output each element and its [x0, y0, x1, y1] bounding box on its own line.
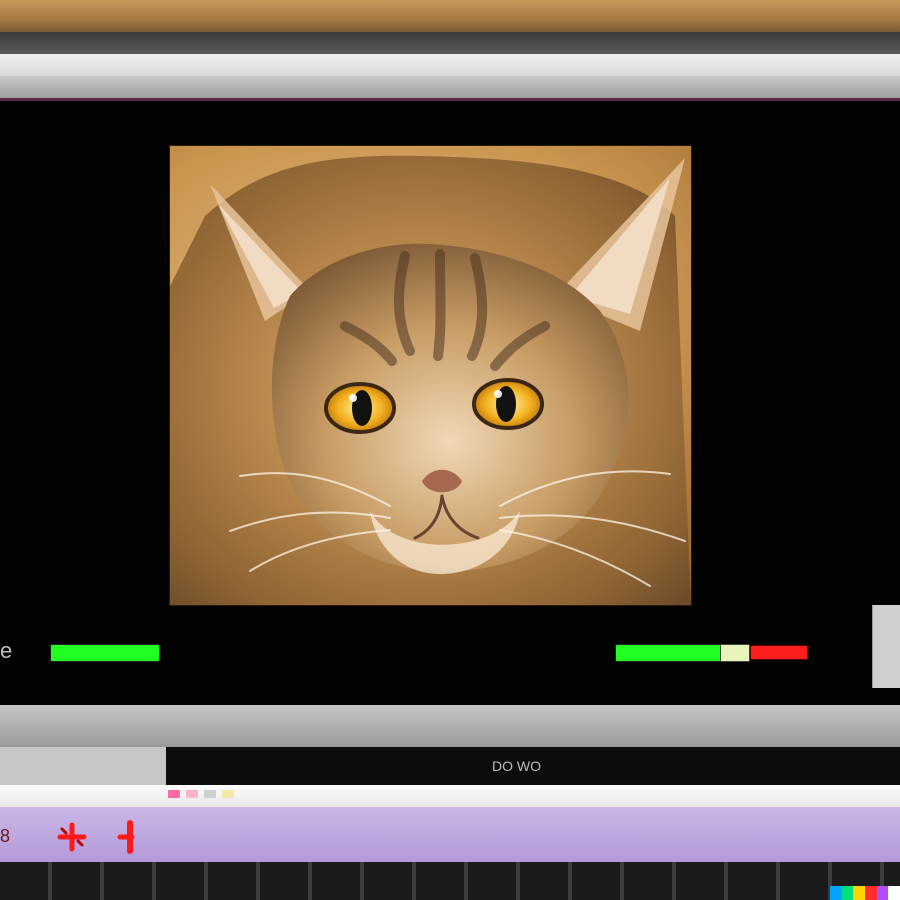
bottom-hardware — [0, 862, 900, 900]
color-bar-cyan — [830, 886, 842, 900]
side-panel — [872, 605, 900, 688]
window-toolbar — [0, 76, 900, 98]
monitor-bezel-lower — [0, 705, 900, 747]
plus-icon — [57, 822, 87, 852]
progress-fill-left — [51, 645, 159, 661]
status-text: DO WO — [492, 758, 541, 774]
color-bar-green — [841, 886, 854, 900]
room-backdrop — [0, 0, 900, 32]
chip-gray — [204, 790, 216, 798]
toolbar-left-glyph: 8 — [0, 826, 11, 846]
color-bar-purple — [876, 886, 889, 900]
chip-yellow — [222, 790, 234, 798]
progress-bar-left — [50, 644, 160, 662]
color-bar-white — [888, 886, 900, 900]
add-button[interactable] — [52, 817, 92, 857]
color-bars — [830, 886, 900, 900]
color-bar-yellow — [853, 886, 866, 900]
progress-cap — [720, 644, 750, 662]
footer-chips — [168, 790, 248, 800]
chip-pink — [168, 790, 180, 798]
window-footer — [0, 785, 900, 807]
alert-bar — [750, 645, 808, 660]
marker-icon — [117, 820, 135, 854]
cat-photo — [169, 145, 692, 606]
marker-button[interactable] — [110, 817, 150, 857]
chip-pink-light — [186, 790, 198, 798]
color-bar-red — [865, 886, 877, 900]
lower-strip-left — [0, 747, 166, 785]
cat-illustration — [170, 155, 691, 605]
progress-fill-right — [616, 645, 722, 661]
monitor-bezel-top — [0, 32, 900, 54]
window-title-bar — [0, 54, 900, 76]
left-edge-label: e — [0, 638, 13, 663]
